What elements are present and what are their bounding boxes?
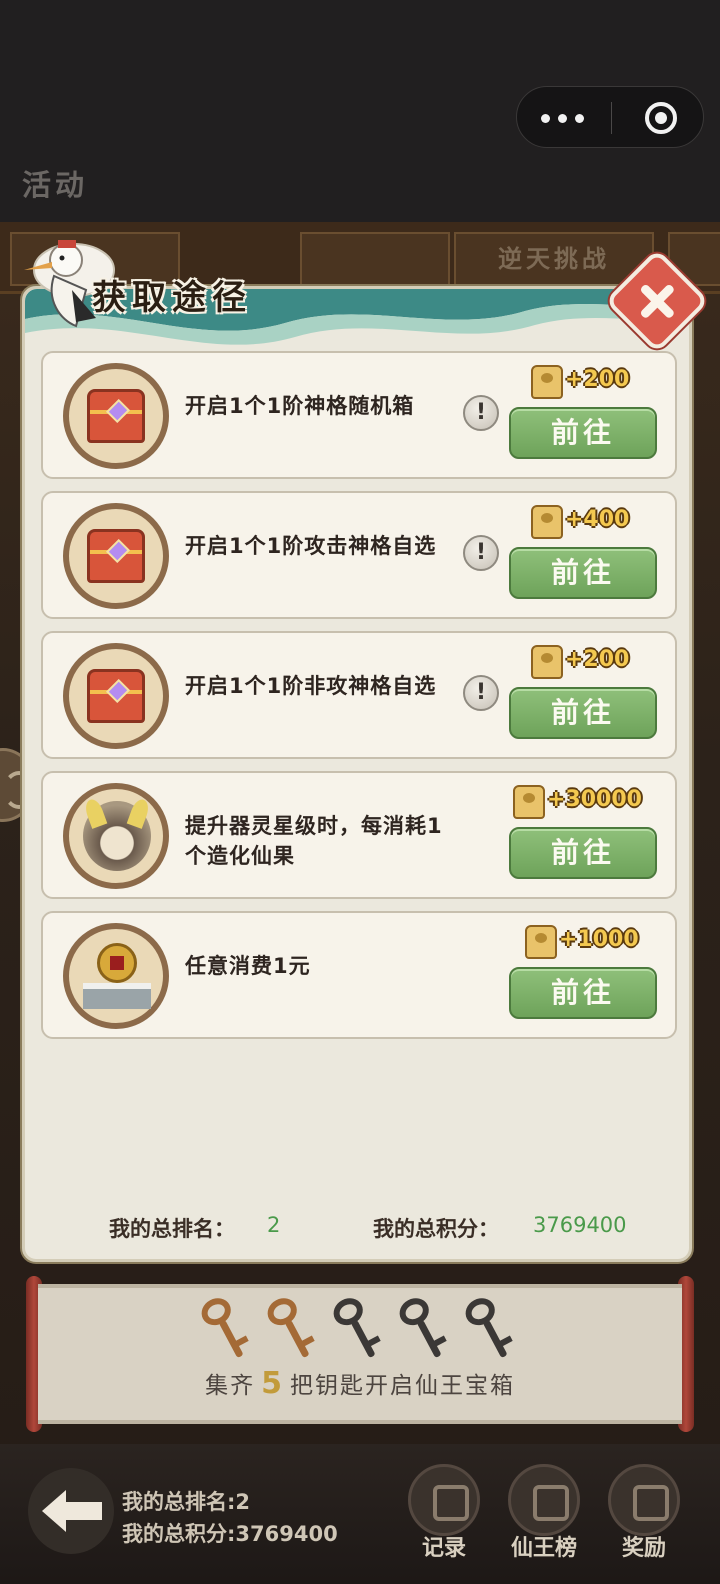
info-icon[interactable]: ! bbox=[463, 535, 499, 571]
acquisition-item: 开启1个1阶非攻神格自选 ! +200 前往 bbox=[41, 631, 677, 759]
rewards-button[interactable]: 奖励 bbox=[604, 1464, 684, 1564]
acquisition-modal: 开启1个1阶神格随机箱 ! +200 前往 开启1个1阶攻击神格自选 ! +40… bbox=[22, 286, 692, 1262]
key-icon-collected bbox=[190, 1289, 264, 1374]
acquisition-item: 开启1个1阶神格随机箱 ! +200 前往 bbox=[41, 351, 677, 479]
records-icon bbox=[408, 1464, 480, 1536]
item-description: 任意消费1元 bbox=[185, 954, 311, 978]
modal-title: 获取途径 bbox=[92, 278, 252, 318]
info-icon[interactable]: ! bbox=[463, 395, 499, 431]
reward-amount: +30000 bbox=[547, 787, 642, 812]
score-label: 我的总积分： bbox=[373, 1217, 499, 1241]
score-value: 3769400 bbox=[533, 1213, 627, 1237]
go-button[interactable]: 前往 bbox=[509, 967, 657, 1019]
bottom-rank: 我的总排名:2 bbox=[122, 1490, 251, 1514]
shrine-coin-icon bbox=[63, 923, 169, 1029]
key-count: 5 bbox=[261, 1366, 284, 1401]
key-icon-missing bbox=[322, 1289, 396, 1374]
background-tab-emblem bbox=[300, 232, 450, 286]
leaderboard-label: 仙王榜 bbox=[510, 1536, 577, 1561]
go-button[interactable]: 前往 bbox=[509, 687, 657, 739]
item-description: 开启1个1阶非攻神格自选 bbox=[185, 674, 437, 698]
back-button[interactable] bbox=[28, 1468, 114, 1554]
background-tab-challenge: 逆天挑战 bbox=[454, 232, 654, 286]
reward-amount: +200 bbox=[565, 647, 630, 672]
key-collect-text: 集齐 5 把钥匙开启仙王宝箱 bbox=[38, 1366, 682, 1401]
app-title: 活动 bbox=[22, 168, 89, 202]
item-description: 开启1个1阶攻击神格自选 bbox=[185, 534, 437, 558]
reward-amount: +200 bbox=[565, 367, 630, 392]
point-bag-icon bbox=[531, 645, 563, 679]
key-icon-missing bbox=[388, 1289, 462, 1374]
point-bag-icon bbox=[525, 925, 557, 959]
go-button[interactable]: 前往 bbox=[509, 547, 657, 599]
leaderboard-button[interactable]: 仙王榜 bbox=[504, 1464, 584, 1564]
rewards-label: 奖励 bbox=[621, 1536, 666, 1561]
go-button[interactable]: 前往 bbox=[509, 407, 657, 459]
key-collection bbox=[196, 1293, 518, 1368]
records-label: 记录 bbox=[421, 1536, 466, 1561]
rank-label: 我的总排名： bbox=[109, 1217, 235, 1241]
rewards-icon bbox=[608, 1464, 680, 1536]
item-description: 开启1个1阶神格随机箱 bbox=[185, 394, 415, 418]
key-text-after: 把钥匙开启仙王宝箱 bbox=[289, 1373, 515, 1399]
reward-amount: +400 bbox=[565, 507, 630, 532]
acquisition-item: 任意消费1元 +1000 前往 bbox=[41, 911, 677, 1039]
back-arrow-icon bbox=[42, 1490, 66, 1532]
point-bag-icon bbox=[531, 505, 563, 539]
info-icon[interactable]: ! bbox=[463, 675, 499, 711]
acquisition-item: 提升器灵星级时，每消耗1个造化仙果 +30000 前往 bbox=[41, 771, 677, 899]
point-bag-icon bbox=[513, 785, 545, 819]
bottom-score: 我的总积分:3769400 bbox=[122, 1522, 338, 1546]
records-button[interactable]: 记录 bbox=[404, 1464, 484, 1564]
spirit-orb-icon bbox=[63, 783, 169, 889]
modal-stats: 我的总排名： 2 我的总积分： 3769400 bbox=[25, 1207, 695, 1247]
treasure-chest-icon bbox=[63, 643, 169, 749]
key-icon-missing bbox=[454, 1289, 528, 1374]
key-icon-collected bbox=[256, 1289, 330, 1374]
back-arrow-shaft bbox=[64, 1502, 102, 1520]
leaderboard-icon bbox=[508, 1464, 580, 1536]
rank-value: 2 bbox=[267, 1213, 281, 1237]
capsule-divider bbox=[611, 102, 612, 134]
treasure-chest-icon bbox=[63, 503, 169, 609]
treasure-chest-icon bbox=[63, 363, 169, 469]
point-bag-icon bbox=[531, 365, 563, 399]
reward-amount: +1000 bbox=[559, 927, 639, 952]
mini-program-capsule bbox=[516, 86, 704, 148]
acquisition-item: 开启1个1阶攻击神格自选 ! +400 前往 bbox=[41, 491, 677, 619]
close-program-icon[interactable] bbox=[645, 102, 677, 134]
more-icon[interactable] bbox=[537, 103, 591, 133]
key-text-before: 集齐 bbox=[205, 1373, 256, 1399]
go-button[interactable]: 前往 bbox=[509, 827, 657, 879]
item-description: 提升器灵星级时，每消耗1个造化仙果 bbox=[185, 814, 443, 868]
